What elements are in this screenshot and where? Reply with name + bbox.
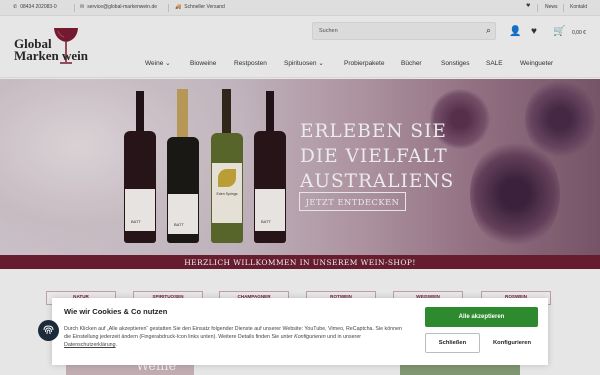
close-button[interactable]: Schließen: [425, 333, 480, 353]
cookie-configure-inline: Konfigurieren: [294, 334, 326, 340]
cookie-title: Wie wir Cookies & Co nutzen: [64, 307, 168, 316]
privacy-link[interactable]: Datenschutzerklärung: [64, 342, 116, 348]
fingerprint-icon[interactable]: [38, 320, 59, 341]
accept-all-button[interactable]: Alle akzeptieren: [425, 307, 538, 327]
cookie-banner: Wie wir Cookies & Co nutzen Durch Klicke…: [52, 298, 548, 365]
configure-button[interactable]: Konfigurieren: [486, 333, 538, 353]
cookie-text: Durch Klicken auf „Alle akzeptieren“ ges…: [64, 326, 402, 348]
cookie-text-and: und in unserer: [327, 334, 362, 340]
